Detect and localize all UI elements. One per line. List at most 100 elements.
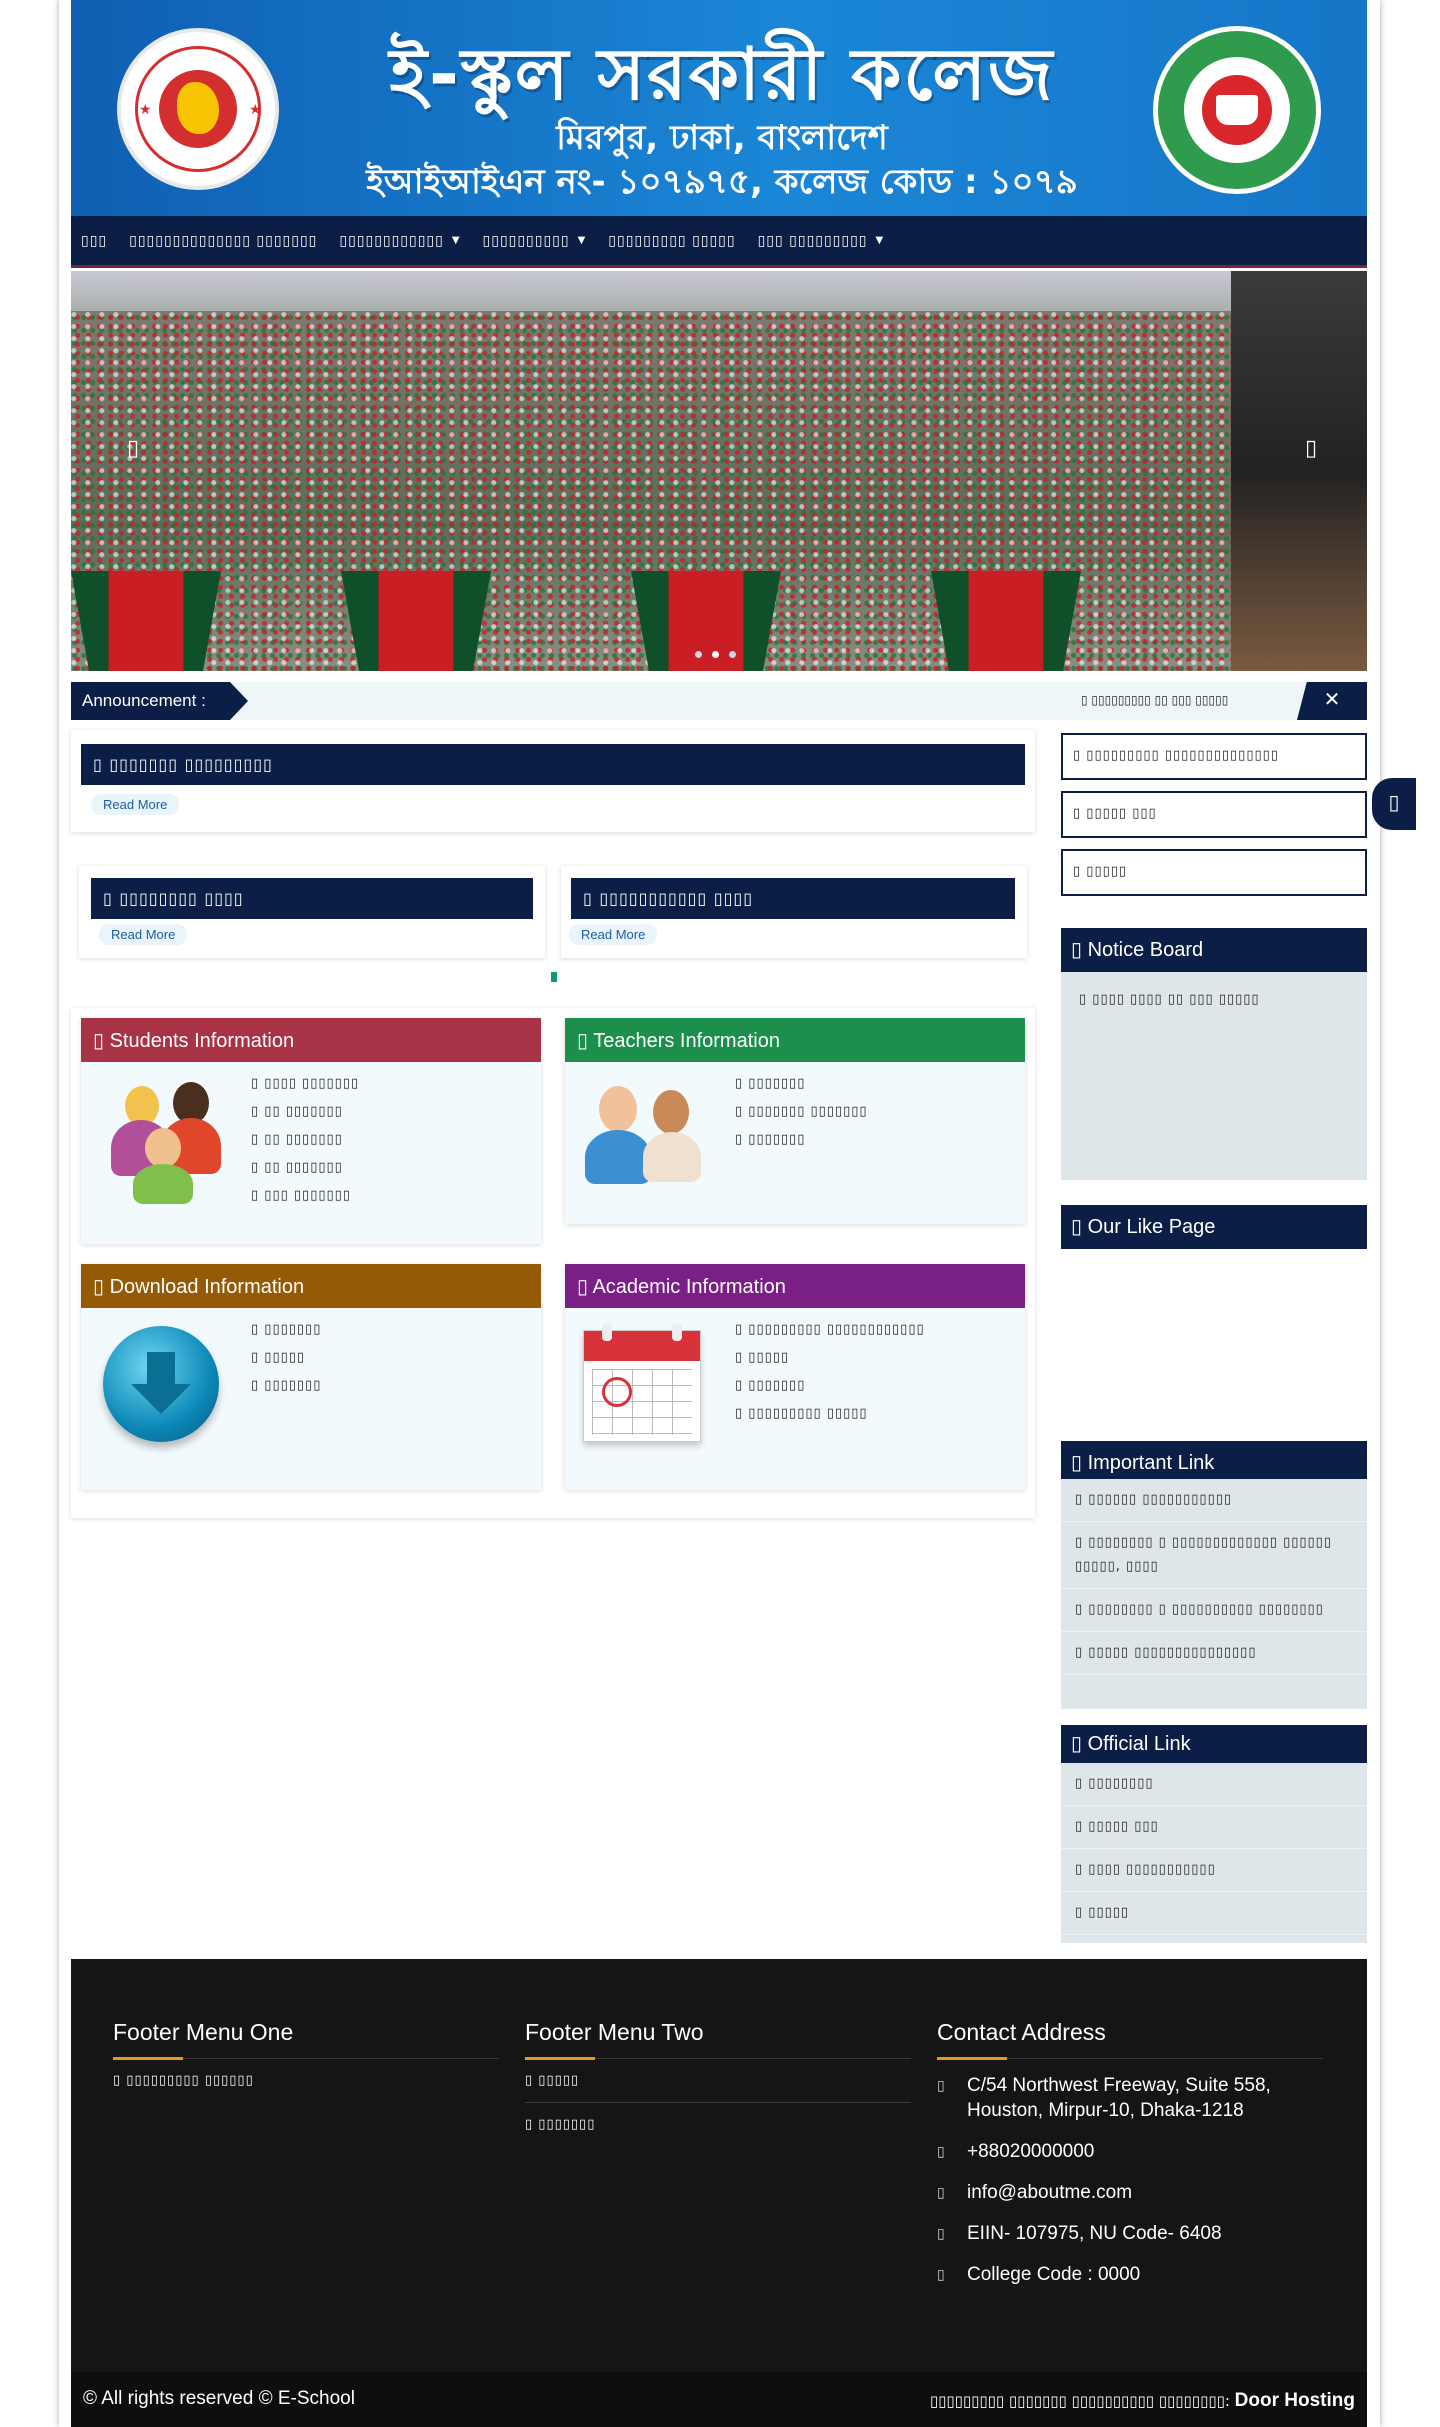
teachers-info-title[interactable]: ▯ Teachers Information [565, 1018, 1025, 1062]
featured-title[interactable]: ▯ ▯▯▯▯▯▯▯ ▯▯▯▯▯▯▯▯▯ [81, 744, 1025, 785]
list-item[interactable]: ▯ ▯▯▯▯ ▯▯▯▯▯▯▯ [251, 1076, 359, 1104]
info-icon: ▯ [937, 2266, 945, 2282]
phone-icon: ▯ [937, 2143, 945, 2159]
nav-item-more[interactable]: ▯▯▯ ▯▯▯▯▯▯▯▯▯ ▼ [758, 233, 885, 249]
notice-board-title: ▯ Notice Board [1061, 928, 1367, 972]
list-item[interactable]: ▯ ▯▯ ▯▯▯▯▯▯▯ [251, 1132, 359, 1160]
academic-info-list: ▯ ▯▯▯▯▯▯▯▯▯ ▯▯▯▯▯▯▯▯▯▯▯▯ ▯ ▯▯▯▯▯ ▯ ▯▯▯▯▯… [735, 1322, 925, 1434]
official-link-item[interactable]: ▯ ▯▯▯▯ ▯▯▯▯▯▯▯▯▯▯▯ [1061, 1849, 1367, 1892]
nav-item-administration[interactable]: ▯▯▯▯▯▯▯▯▯▯▯▯ ▼ [339, 233, 460, 249]
list-item[interactable]: ▯ ▯▯▯▯▯ [251, 1350, 321, 1378]
students-info-box: ▯ Students Information ▯ ▯▯▯▯ ▯▯▯▯▯▯▯ ▯ … [81, 1018, 541, 1244]
list-item[interactable]: ▯ ▯▯▯▯▯▯▯ [251, 1378, 321, 1406]
list-item[interactable]: ▯ ▯▯▯▯▯ [735, 1350, 925, 1378]
footer-menu-two-title: Footer Menu Two [525, 2019, 911, 2060]
official-link-item[interactable]: ▯ ▯▯▯▯▯▯▯▯ [1061, 1763, 1367, 1806]
announcement-label: Announcement : [71, 682, 248, 720]
important-link-item[interactable]: ▯ ▯▯▯▯▯ ▯▯▯▯▯▯▯▯▯▯▯▯▯▯▯ [1061, 1632, 1367, 1675]
teachers-people-icon [579, 1080, 709, 1210]
slider-dots [695, 651, 736, 658]
flag-bunting [71, 571, 221, 671]
main-nav: ▯▯▯ ▯▯▯▯▯▯▯▯▯▯▯▯▯▯ ▯▯▯▯▯▯▯ ▯▯▯▯▯▯▯▯▯▯▯▯ ▼… [71, 216, 1367, 268]
news-card: ▯ ▯▯▯▯▯▯▯▯▯▯▯ ▯▯▯▯ Read More [561, 866, 1027, 958]
footer-menu-one: Footer Menu One ▯ ▯▯▯▯▯▯▯▯▯ ▯▯▯▯▯▯ [113, 2019, 499, 2102]
developer-credit: ▯▯▯▯▯▯▯▯▯ ▯▯▯▯▯▯▯ ▯▯▯▯▯▯▯▯▯▯ ▯▯▯▯▯▯▯▯: D… [929, 2390, 1355, 2411]
nav-item-academic[interactable]: ▯▯▯▯▯▯▯▯▯▯ ▼ [483, 233, 587, 249]
floating-share-icon[interactable]: ▯ [1372, 778, 1416, 830]
flag-bunting [341, 571, 491, 671]
slider-prev-icon[interactable]: ▯ [127, 436, 139, 461]
nav-item-home[interactable]: ▯▯▯ [81, 233, 107, 249]
slider-dot[interactable] [695, 651, 702, 658]
important-link-list: ▯ ▯▯▯▯▯▯ ▯▯▯▯▯▯▯▯▯▯▯ ▯ ▯▯▯▯▯▯▯▯ ▯ ▯▯▯▯▯▯… [1061, 1479, 1367, 1709]
contact-address: ▯ C/54 Northwest Freeway, Suite 558, Hous… [937, 2075, 1271, 2121]
official-link-item[interactable]: ▯ ▯▯▯▯▯ ▯▯▯ [1061, 1806, 1367, 1849]
college-logo-icon [1153, 26, 1321, 194]
slider-dot-active[interactable] [712, 651, 719, 658]
read-more-button[interactable]: Read More [99, 924, 188, 945]
header-banner: ★ ★ ই-স্কুল সরকারী কলেজ মিরপুর, ঢাকা, বা… [71, 0, 1367, 216]
news-card: ▯ ▯▯▯▯▯▯▯▯ ▯▯▯▯ Read More [79, 866, 545, 958]
important-link-item[interactable]: ▯ ▯▯▯▯▯▯▯▯ ▯ ▯▯▯▯▯▯▯▯▯▯ ▯▯▯▯▯▯▯▯ [1061, 1589, 1367, 1632]
nav-item-results[interactable]: ▯▯▯▯▯▯▯▯▯ ▯▯▯▯▯ [608, 233, 735, 249]
important-link-item[interactable]: ▯ ▯▯▯▯▯▯▯▯ ▯ ▯▯▯▯▯▯▯▯▯▯▯▯▯ ▯▯▯▯▯▯ ▯▯▯▯▯,… [1061, 1522, 1367, 1589]
students-info-list: ▯ ▯▯▯▯ ▯▯▯▯▯▯▯ ▯ ▯▯ ▯▯▯▯▯▯▯ ▯ ▯▯ ▯▯▯▯▯▯▯… [251, 1076, 359, 1216]
download-info-list: ▯ ▯▯▯▯▯▯▯ ▯ ▯▯▯▯▯ ▯ ▯▯▯▯▯▯▯ [251, 1322, 321, 1406]
slider-dot[interactable] [729, 651, 736, 658]
list-item[interactable]: ▯ ▯▯▯▯▯▯▯ [735, 1076, 868, 1104]
academic-info-box: ▯ Academic Information ▯ ▯▯▯▯▯▯▯▯▯ ▯▯▯▯▯… [565, 1264, 1025, 1490]
footer-link[interactable]: ▯ ▯▯▯▯▯▯▯▯▯ ▯▯▯▯▯▯ [113, 2059, 499, 2102]
read-more-button[interactable]: Read More [569, 924, 658, 945]
sidebar-button-login[interactable]: ▯ ▯▯▯▯▯ ▯▯▯ [1061, 791, 1367, 838]
footer-menu-one-title: Footer Menu One [113, 2019, 499, 2060]
list-item[interactable]: ▯ ▯▯▯▯▯▯▯ ▯▯▯▯▯▯▯ [735, 1104, 868, 1132]
sidebar-button-admission[interactable]: ▯ ▯▯▯▯▯▯▯▯▯ ▯▯▯▯▯▯▯▯▯▯▯▯▯▯ [1061, 733, 1367, 780]
caret-down-icon: ▼ [577, 235, 587, 246]
image-slider: ▯ ▯ [71, 271, 1367, 671]
developer-link[interactable]: Door Hosting [1235, 2390, 1355, 2411]
list-item[interactable]: ▯ ▯▯ ▯▯▯▯▯▯▯ [251, 1104, 359, 1132]
caret-down-icon: ▼ [875, 235, 885, 246]
notice-board-body: ▯ ▯▯▯▯ ▯▯▯▯ ▯▯ ▯▯▯ ▯▯▯▯▯ [1061, 972, 1367, 1180]
contact-email[interactable]: ▯ info@aboutme.com [937, 2180, 1323, 2205]
contact-phone[interactable]: ▯ +88020000000 [937, 2139, 1323, 2164]
students-info-title[interactable]: ▯ Students Information [81, 1018, 541, 1062]
news-card-title[interactable]: ▯ ▯▯▯▯▯▯▯▯▯▯▯ ▯▯▯▯ [571, 878, 1015, 919]
news-card-title[interactable]: ▯ ▯▯▯▯▯▯▯▯ ▯▯▯▯ [91, 878, 533, 919]
contact-college-code: ▯ College Code : 0000 [937, 2264, 1141, 2285]
email-icon: ▯ [937, 2184, 945, 2200]
sidebar-button-result[interactable]: ▯ ▯▯▯▯▯ [1061, 849, 1367, 896]
list-item[interactable]: ▯ ▯▯▯▯▯▯▯ [735, 1132, 868, 1160]
important-link-item[interactable]: ▯ ▯▯▯▯▯▯ ▯▯▯▯▯▯▯▯▯▯▯ [1061, 1479, 1367, 1522]
contact-eiin: ▯ EIIN- 107975, NU Code- 6408 [937, 2223, 1222, 2244]
official-link-title: ▯ Official Link [1061, 1725, 1367, 1763]
teachers-info-box: ▯ Teachers Information ▯ ▯▯▯▯▯▯▯ ▯ ▯▯▯▯▯… [565, 1018, 1025, 1224]
announcement-text[interactable]: ▯ ▯▯▯▯▯▯▯▯▯ ▯▯ ▯▯▯ ▯▯▯▯▯ [1081, 693, 1228, 707]
list-item[interactable]: ▯ ▯▯▯ ▯▯▯▯▯▯▯ [251, 1188, 359, 1216]
list-item[interactable]: ▯ ▯▯▯▯▯▯▯ [735, 1378, 925, 1406]
footer: Footer Menu One ▯ ▯▯▯▯▯▯▯▯▯ ▯▯▯▯▯▯ Foote… [71, 1959, 1367, 2372]
carousel-indicator[interactable] [551, 972, 557, 982]
official-link-item[interactable]: ▯ ▯▯▯▯▯ [1061, 1892, 1367, 1935]
academic-info-title[interactable]: ▯ Academic Information [565, 1264, 1025, 1308]
slider-next-icon[interactable]: ▯ [1305, 436, 1317, 461]
read-more-button[interactable]: Read More [91, 794, 180, 815]
copyright-text: © All rights reserved © E-School [83, 2388, 355, 2409]
notice-item[interactable]: ▯ ▯▯▯▯ ▯▯▯▯ ▯▯ ▯▯▯ ▯▯▯▯▯ [1061, 972, 1367, 1027]
close-icon[interactable]: ✕ [1297, 682, 1367, 720]
download-info-title[interactable]: ▯ Download Information [81, 1264, 541, 1308]
list-item[interactable]: ▯ ▯▯▯▯▯▯▯▯▯ ▯▯▯▯▯ [735, 1406, 925, 1434]
footer-link[interactable]: ▯ ▯▯▯▯▯▯▯ [525, 2103, 911, 2146]
footer-link[interactable]: ▯ ▯▯▯▯▯ [525, 2059, 911, 2103]
students-people-icon [95, 1080, 225, 1210]
download-info-box: ▯ Download Information ▯ ▯▯▯▯▯▯▯ ▯ ▯▯▯▯▯… [81, 1264, 541, 1490]
site-code-line: ইআইআইএন নং- ১০৭৯৭৫, কলেজ কোড : ১০৭৯ [366, 162, 1078, 202]
nav-item-institution[interactable]: ▯▯▯▯▯▯▯▯▯▯▯▯▯▯ ▯▯▯▯▯▯▯ [129, 233, 317, 249]
speaker-figure [1231, 271, 1367, 671]
flag-bunting [931, 571, 1081, 671]
calendar-icon [583, 1323, 701, 1442]
list-item[interactable]: ▯ ▯▯ ▯▯▯▯▯▯▯ [251, 1160, 359, 1188]
list-item[interactable]: ▯ ▯▯▯▯▯▯▯ [251, 1322, 321, 1350]
featured-card: ▯ ▯▯▯▯▯▯▯ ▯▯▯▯▯▯▯▯▯ Read More [71, 730, 1035, 832]
list-item[interactable]: ▯ ▯▯▯▯▯▯▯▯▯ ▯▯▯▯▯▯▯▯▯▯▯▯ [735, 1322, 925, 1350]
